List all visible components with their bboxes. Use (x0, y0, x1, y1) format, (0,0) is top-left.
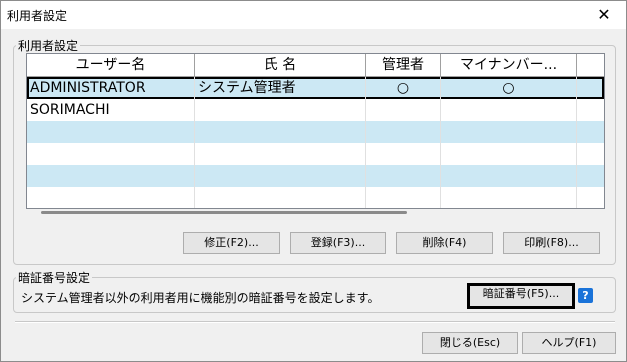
table-header: ユーザー名 氏 名 管理者 マイナンバー... (27, 54, 604, 77)
pin-description: システム管理者以外の利用者用に機能別の暗証番号を設定します。 (21, 291, 380, 305)
cell-mynumber (441, 121, 577, 143)
horizontal-scrollbar[interactable] (41, 211, 407, 214)
cell-name (195, 99, 366, 121)
delete-button[interactable]: 削除(F4) (396, 232, 493, 254)
divider (15, 321, 615, 323)
cell-user (27, 143, 195, 165)
users-table[interactable]: ユーザー名 氏 名 管理者 マイナンバー... ADMINISTRATOR シス… (26, 53, 605, 209)
window-title: 利用者設定 (7, 9, 68, 23)
title-bar: 利用者設定 ✕ (1, 1, 626, 29)
help-icon[interactable]: ? (578, 288, 593, 303)
cell-user: ADMINISTRATOR (27, 77, 195, 99)
cell-mynumber (441, 99, 577, 121)
cell-name (195, 121, 366, 143)
cell-user: SORIMACHI (27, 99, 195, 121)
table-row[interactable] (27, 143, 604, 165)
cell-name (195, 165, 366, 187)
table-row[interactable] (27, 165, 604, 187)
cell-mynumber (441, 165, 577, 187)
cell-mynumber (441, 187, 577, 208)
cell-admin (366, 99, 441, 121)
table-row[interactable]: ADMINISTRATOR システム管理者 ○ ○ (27, 77, 604, 99)
close-button[interactable]: 閉じる(Esc) (422, 332, 518, 354)
cell-user (27, 121, 195, 143)
cell-admin: ○ (366, 77, 441, 99)
print-button[interactable]: 印刷(F8)... (503, 232, 600, 254)
cell-admin (366, 121, 441, 143)
pin-button[interactable]: 暗証番号(F5)... (467, 283, 575, 309)
table-row[interactable] (27, 121, 604, 143)
users-group-label: 利用者設定 (16, 37, 81, 54)
user-settings-window: 利用者設定 ✕ 利用者設定 ユーザー名 氏 名 管理者 マイナンバー... AD… (0, 0, 627, 362)
table-row[interactable] (27, 187, 604, 208)
cell-user (27, 165, 195, 187)
table-row[interactable]: SORIMACHI (27, 99, 604, 121)
column-header-admin[interactable]: 管理者 (366, 54, 441, 76)
column-header-name[interactable]: 氏 名 (195, 54, 366, 76)
cell-admin (366, 165, 441, 187)
cell-name (195, 187, 366, 208)
cell-admin (366, 143, 441, 165)
column-header-user[interactable]: ユーザー名 (27, 54, 195, 76)
cell-user (27, 187, 195, 208)
cell-mynumber: ○ (441, 77, 577, 99)
close-icon[interactable]: ✕ (590, 3, 618, 27)
help-button[interactable]: ヘルプ(F1) (522, 332, 616, 354)
cell-name (195, 143, 366, 165)
cell-name: システム管理者 (195, 77, 366, 99)
cell-admin (366, 187, 441, 208)
modify-button[interactable]: 修正(F2)... (183, 232, 280, 254)
register-button[interactable]: 登録(F3)... (290, 232, 386, 254)
column-header-mynumber[interactable]: マイナンバー... (441, 54, 577, 76)
pin-group-label: 暗証番号設定 (16, 269, 93, 286)
cell-mynumber (441, 143, 577, 165)
